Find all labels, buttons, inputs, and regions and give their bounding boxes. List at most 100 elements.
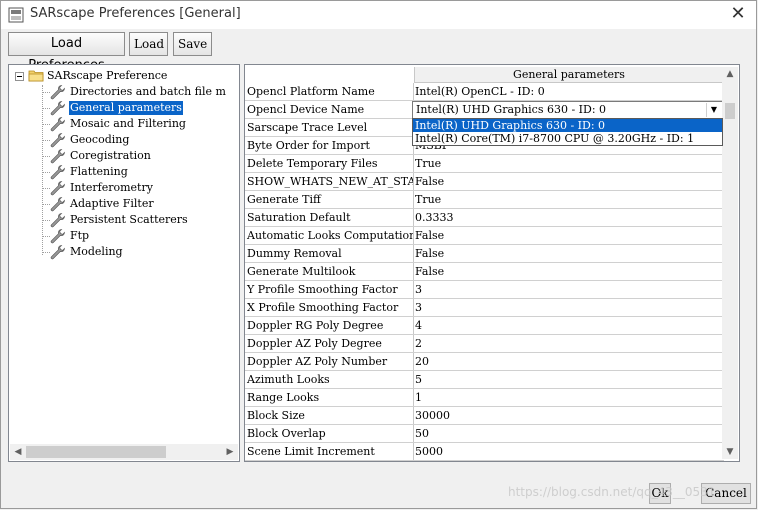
load-button[interactable]: Load — [129, 32, 168, 56]
parameter-value[interactable]: 0.3333 — [414, 209, 715, 226]
parameter-name: Doppler RG Poly Degree — [246, 317, 414, 334]
table-row[interactable]: Scene Limit Increment 5000 — [245, 443, 724, 461]
parameter-name: Automatic Looks Computation — [247, 227, 414, 244]
parameter-name: Delete Temporary Files — [246, 155, 414, 172]
tree-connector — [42, 156, 50, 157]
cancel-button[interactable]: Cancel — [701, 483, 751, 504]
parameter-value[interactable]: 5 — [414, 371, 715, 388]
table-row[interactable]: Doppler AZ Poly Degree 2 — [245, 335, 724, 353]
tree-connector — [42, 108, 50, 109]
parameter-name: SHOW_WHATS_NEW_AT_START — [247, 173, 414, 190]
table-row[interactable]: Doppler RG Poly Degree 4 — [245, 317, 724, 335]
parameter-value[interactable]: Intel(R) OpenCL - ID: 0 — [414, 83, 715, 100]
dropdown-option[interactable]: Intel(R) Core(TM) i7-8700 CPU @ 3.20GHz … — [413, 132, 722, 145]
app-icon — [8, 7, 24, 23]
scroll-left-icon[interactable]: ◀ — [11, 446, 25, 458]
parameter-name: Sarscape Trace Level — [246, 119, 414, 136]
table-row[interactable]: Saturation Default 0.3333 — [245, 209, 724, 227]
tree-connector — [42, 252, 50, 253]
table-row[interactable]: Automatic Looks Computation False — [245, 227, 724, 245]
tree-item-label: General parameters — [69, 101, 183, 115]
parameter-value[interactable]: 20 — [414, 353, 715, 370]
table-row[interactable]: SHOW_WHATS_NEW_AT_START False — [245, 173, 724, 191]
tree-connector — [42, 85, 43, 255]
parameter-value[interactable]: 2 — [414, 335, 715, 352]
close-icon[interactable]: ✕ — [728, 3, 748, 25]
grid-vertical-scrollbar[interactable]: ▲ ▼ — [722, 67, 738, 459]
tree-item-label: Adaptive Filter — [70, 197, 154, 210]
tree-connector — [42, 92, 50, 93]
wrench-icon — [50, 180, 66, 196]
parameter-value[interactable]: False — [414, 227, 715, 244]
table-row[interactable]: Delete Temporary Files True — [245, 155, 724, 173]
parameter-name: Opencl Device Name — [246, 101, 414, 118]
parameter-value[interactable]: False — [414, 245, 715, 262]
wrench-icon — [50, 148, 66, 164]
table-row[interactable]: Y Profile Smoothing Factor 3 — [245, 281, 724, 299]
collapse-icon[interactable] — [15, 72, 24, 81]
parameter-value[interactable]: 30000 — [414, 407, 715, 424]
chevron-down-icon[interactable]: ▼ — [706, 103, 721, 117]
tree-connector — [42, 204, 50, 205]
ok-button[interactable]: Ok — [649, 483, 671, 504]
tree-item-label: Directories and batch file m — [70, 85, 226, 98]
scroll-right-icon[interactable]: ▶ — [223, 446, 237, 458]
tree-item-label: Flattening — [70, 165, 128, 178]
parameter-value[interactable]: False — [414, 263, 715, 280]
table-row[interactable]: Opencl Device Name Intel(R) UHD Graphics … — [245, 101, 724, 119]
preferences-tree[interactable]: SARscape Preference Directories and batc… — [8, 64, 240, 462]
table-row[interactable]: Doppler AZ Poly Number 20 — [245, 353, 724, 371]
wrench-icon — [50, 212, 66, 228]
parameter-name: Dummy Removal — [246, 245, 414, 262]
table-row[interactable]: Range Looks 1 — [245, 389, 724, 407]
table-row[interactable]: Generate Multilook False — [245, 263, 724, 281]
parameter-value[interactable]: 3 — [414, 281, 715, 298]
table-row[interactable]: Block Overlap 50 — [245, 425, 724, 443]
parameter-value[interactable]: 1 — [414, 389, 715, 406]
tree-horizontal-scrollbar[interactable]: ◀ ▶ — [10, 444, 238, 460]
load-preferences-button[interactable]: Load Preferences — [8, 32, 125, 73]
wrench-icon — [50, 228, 66, 244]
table-row[interactable]: Dummy Removal False — [245, 245, 724, 263]
parameter-value[interactable]: False — [414, 173, 715, 190]
tree-item-label: Geocoding — [70, 133, 130, 146]
parameter-value[interactable]: 3 — [414, 299, 715, 316]
table-row[interactable]: Generate Tiff True — [245, 191, 724, 209]
table-row[interactable]: Azimuth Looks 5 — [245, 371, 724, 389]
scroll-thumb[interactable] — [725, 103, 735, 119]
opencl-device-dropdown-list[interactable]: Intel(R) UHD Graphics 630 - ID: 0 Intel(R… — [412, 118, 723, 146]
tree-connector — [42, 124, 50, 125]
tree-item-label: Coregistration — [70, 149, 151, 162]
parameter-value[interactable]: 50 — [414, 425, 715, 442]
table-row[interactable]: Opencl Platform Name Intel(R) OpenCL - ID… — [245, 83, 724, 101]
tree-item-label: Ftp — [70, 229, 90, 242]
tree-item-label: Interferometry — [70, 181, 153, 194]
parameter-name: Byte Order for Import — [246, 137, 414, 154]
parameter-name: Y Profile Smoothing Factor — [246, 281, 414, 298]
table-row[interactable]: Block Size 30000 — [245, 407, 724, 425]
folder-icon — [28, 70, 44, 82]
scroll-down-icon[interactable]: ▼ — [724, 446, 736, 458]
save-button[interactable]: Save — [173, 32, 212, 56]
parameter-name: Generate Tiff — [246, 191, 414, 208]
parameter-name: Scene Limit Increment — [246, 443, 414, 460]
parameter-name: Block Size — [246, 407, 414, 424]
wrench-icon — [50, 132, 66, 148]
parameter-name: Azimuth Looks — [246, 371, 414, 388]
tree-connector — [42, 236, 50, 237]
parameter-value[interactable]: True — [414, 191, 715, 208]
parameter-name: Generate Multilook — [246, 263, 414, 280]
wrench-icon — [50, 196, 66, 212]
table-row[interactable]: X Profile Smoothing Factor 3 — [245, 299, 724, 317]
parameter-value[interactable]: 5000 — [414, 443, 715, 460]
scroll-thumb[interactable] — [26, 446, 166, 458]
tree-item-label: Modeling — [70, 245, 123, 258]
parameter-value[interactable]: True — [414, 155, 715, 172]
wrench-icon — [50, 244, 66, 260]
parameter-value[interactable]: 4 — [414, 317, 715, 334]
scroll-up-icon[interactable]: ▲ — [724, 68, 736, 80]
dropdown-option[interactable]: Intel(R) UHD Graphics 630 - ID: 0 — [413, 119, 722, 132]
wrench-icon — [50, 164, 66, 180]
opencl-device-combo[interactable]: Intel(R) UHD Graphics 630 - ID: 0 ▼ — [412, 101, 723, 119]
grid-header: General parameters — [414, 67, 723, 83]
